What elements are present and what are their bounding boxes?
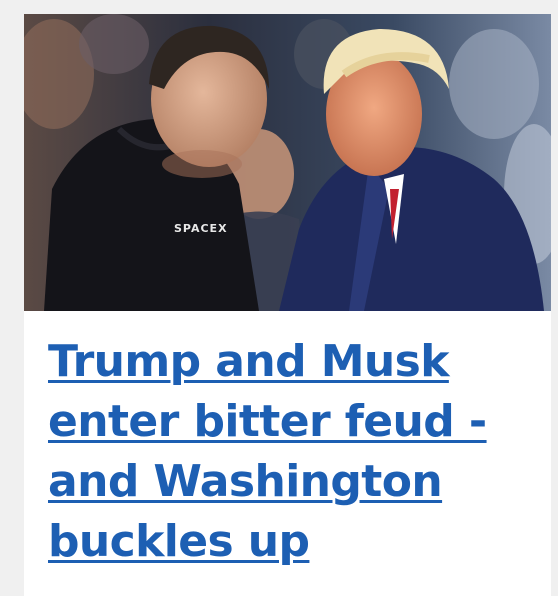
news-card[interactable]: SPACEX Trump and Musk enter bitter feud … — [24, 14, 551, 596]
article-photo-image: SPACEX — [24, 14, 551, 311]
article-photo[interactable]: SPACEX — [24, 14, 551, 311]
spacex-logo-text: SPACEX — [174, 222, 228, 235]
article-headline-link[interactable]: Trump and Musk enter bitter feud - and W… — [48, 332, 528, 572]
